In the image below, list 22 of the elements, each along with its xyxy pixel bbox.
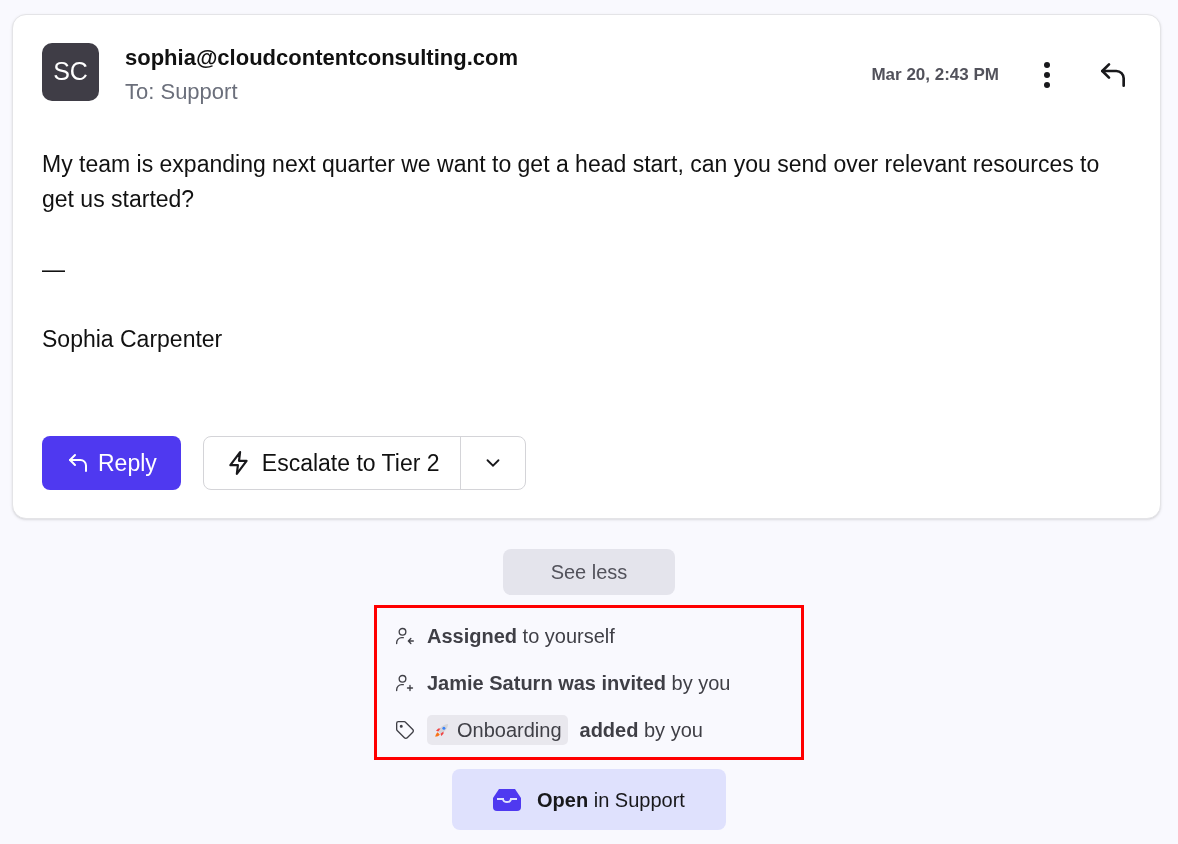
reply-icon <box>66 451 90 475</box>
activity-text: Jamie Saturn was invited by you <box>427 670 731 696</box>
recipient: To: Support <box>125 78 239 106</box>
see-less-button[interactable]: See less <box>503 549 675 595</box>
reply-button[interactable]: Reply <box>42 436 181 490</box>
body-text: My team is expanding next quarter we want to get a head start, can you send over relevant resources to get us started? <box>42 150 1101 214</box>
open-in-support-label: Open in Support <box>537 787 685 813</box>
sender-email: sophia@cloudcontentconsulting.com <box>125 44 518 72</box>
tag-label: Onboarding <box>457 717 562 743</box>
escalate-button[interactable]: Escalate to Tier 2 <box>203 437 460 489</box>
body-text: — <box>42 255 65 284</box>
user-arrow-icon <box>395 625 415 646</box>
inbox-icon <box>493 788 522 811</box>
timestamp: Mar 20, 2:43 PM <box>871 64 999 87</box>
user-plus-icon <box>395 672 415 693</box>
open-in-support-button[interactable]: Open in Support <box>452 769 726 830</box>
body-text: Sophia Carpenter <box>42 325 223 354</box>
more-icon <box>1043 61 1051 89</box>
activity-text: Assigned to yourself <box>427 623 615 649</box>
activity-text: added by you <box>579 717 703 743</box>
avatar: SC <box>42 43 99 101</box>
tag-icon <box>395 719 415 740</box>
